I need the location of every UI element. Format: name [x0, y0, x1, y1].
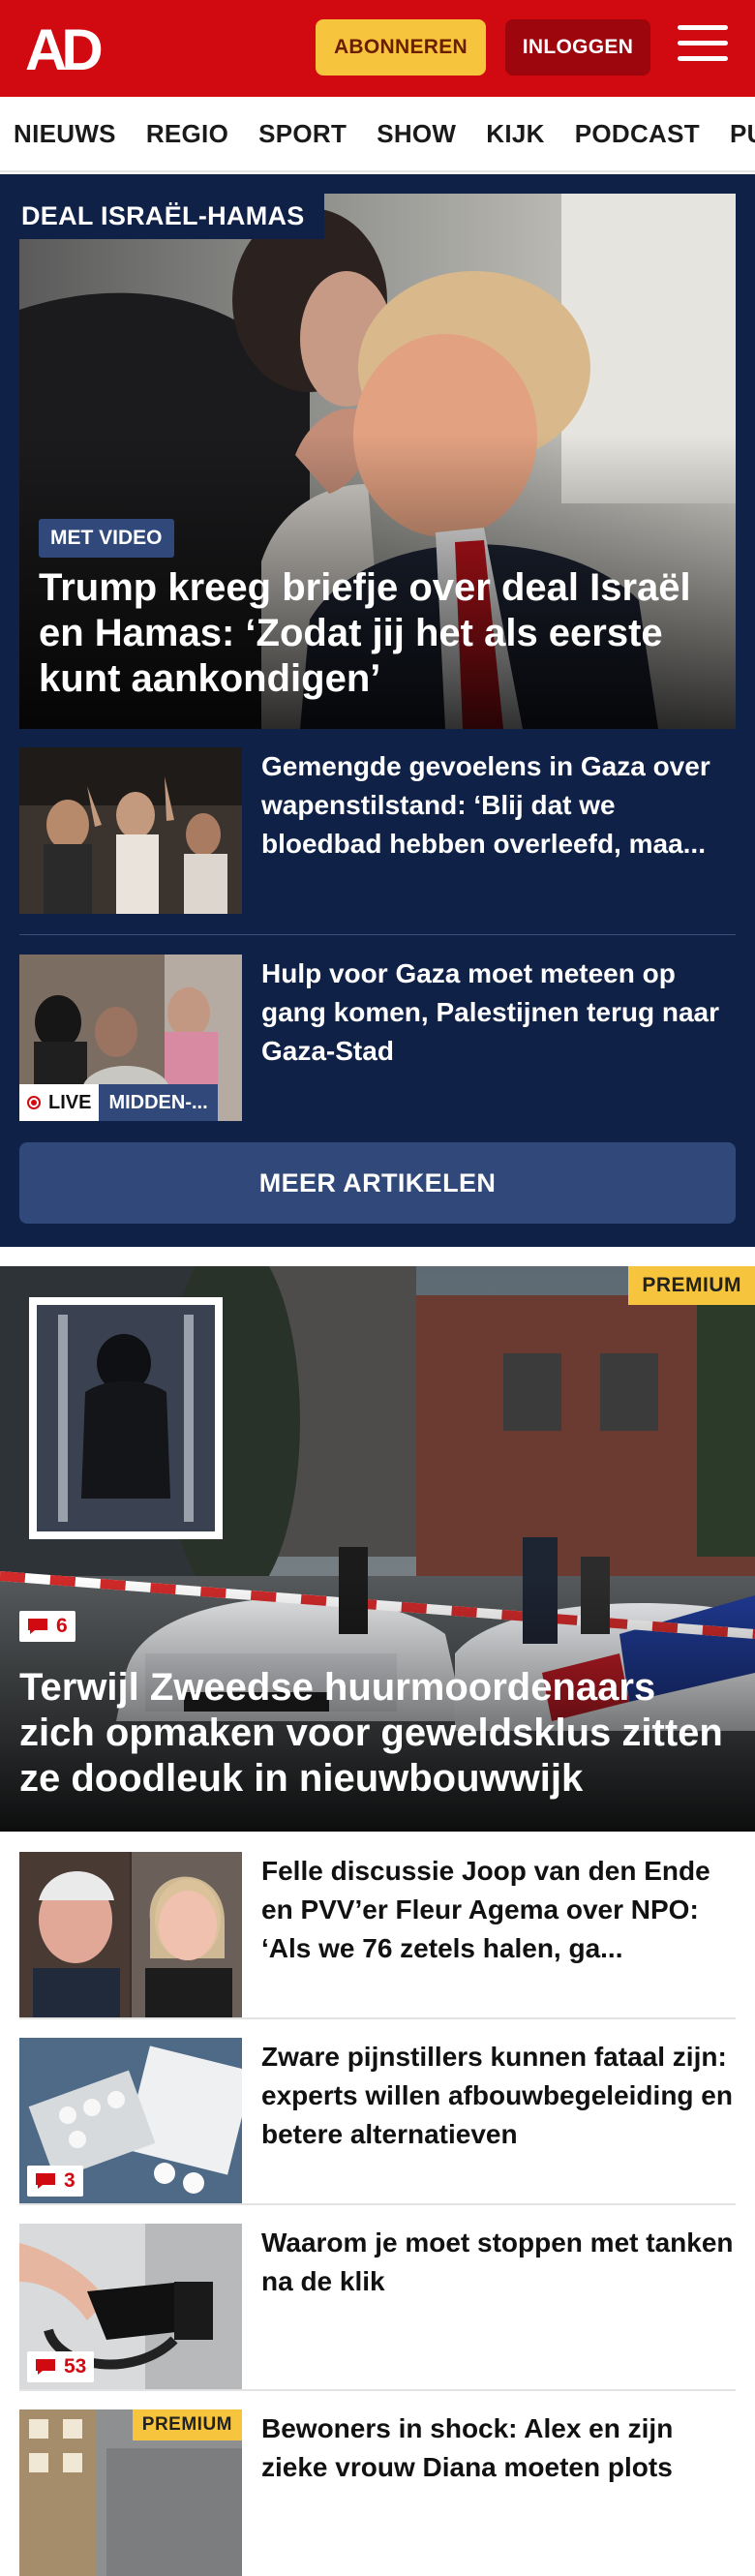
feed-article-row[interactable]: PREMIUM Bewoners in shock: Alex en zijn … — [19, 2409, 736, 2576]
article-thumbnail: PREMIUM — [19, 2409, 242, 2576]
article-thumbnail: LIVE MIDDEN-... — [19, 955, 242, 1121]
live-label: LIVE — [48, 1091, 92, 1113]
comment-icon — [28, 1619, 47, 1634]
comment-count: 53 — [64, 2355, 87, 2378]
feature-article[interactable]: PREMIUM 6 Terwijl Zweedse huurmoordenaar… — [0, 1266, 755, 1832]
live-topic-label: MIDDEN-... — [99, 1084, 218, 1121]
top-bar: AD ABONNEREN INLOGGEN — [0, 0, 755, 97]
topic-label[interactable]: DEAL ISRAËL-HAMAS — [19, 194, 324, 239]
comment-count: 3 — [64, 2169, 76, 2192]
nav-item-regio[interactable]: REGIO — [146, 119, 228, 149]
nav-item-show[interactable]: SHOW — [377, 119, 456, 149]
video-badge: MET VIDEO — [39, 519, 174, 558]
article-title[interactable]: Felle discussie Joop van den Ende en PVV… — [261, 1852, 736, 2018]
comment-icon — [36, 2359, 55, 2375]
feed-article-row[interactable]: 53 Waarom je moet stoppen met tanken na … — [19, 2224, 736, 2390]
article-title[interactable]: Hulp voor Gaza moet meteen op gang komen… — [261, 955, 736, 1121]
comment-count-badge[interactable]: 53 — [27, 2351, 95, 2382]
svg-text:AD: AD — [25, 21, 101, 76]
topic-section: DEAL ISRAËL-HAMAS MET VIDEO Trump kreeg … — [0, 174, 755, 1247]
article-thumbnail — [19, 747, 242, 914]
live-badge[interactable]: LIVE MIDDEN-... — [19, 1084, 218, 1121]
feed-article-row[interactable]: Felle discussie Joop van den Ende en PVV… — [19, 1852, 736, 2018]
article-thumbnail — [19, 1852, 242, 2018]
nav-item-puzzels[interactable]: PUZZ — [730, 119, 755, 149]
article-title[interactable]: Waarom je moet stoppen met tanken na de … — [261, 2224, 736, 2390]
article-title[interactable]: Gemengde gevoelens in Gaza over wapensti… — [261, 747, 736, 914]
article-thumbnail: 53 — [19, 2224, 242, 2390]
divider — [19, 2389, 736, 2391]
ad-logo[interactable]: AD — [25, 21, 114, 76]
topic-article-row[interactable]: LIVE MIDDEN-... Hulp voor Gaza moet mete… — [19, 955, 736, 1121]
live-dot-icon — [27, 1096, 41, 1109]
divider — [19, 2017, 736, 2019]
section-nav: NIEUWS REGIO SPORT SHOW KIJK PODCAST PUZ… — [0, 97, 755, 172]
nav-item-sport[interactable]: SPORT — [258, 119, 347, 149]
article-title[interactable]: Zware pijnstillers kunnen fataal zijn: e… — [261, 2038, 736, 2204]
feed-article-row[interactable]: 3 Zware pijnstillers kunnen fataal zijn:… — [19, 2038, 736, 2204]
comment-icon — [36, 2173, 55, 2189]
hero-headline[interactable]: Trump kreeg briefje over deal Israël en … — [39, 565, 716, 702]
divider — [19, 2203, 736, 2205]
article-title[interactable]: Bewoners in shock: Alex en zijn zieke vr… — [261, 2409, 736, 2576]
menu-icon[interactable] — [678, 25, 728, 70]
more-articles-button[interactable]: MEER ARTIKELEN — [19, 1142, 736, 1224]
comment-count-badge[interactable]: 3 — [27, 2166, 83, 2197]
divider — [19, 934, 736, 935]
comment-count-badge[interactable]: 6 — [19, 1611, 76, 1642]
nav-item-podcast[interactable]: PODCAST — [575, 119, 700, 149]
nav-item-kijk[interactable]: KIJK — [486, 119, 544, 149]
nav-item-nieuws[interactable]: NIEUWS — [14, 119, 116, 149]
premium-badge: PREMIUM — [628, 1266, 755, 1305]
premium-badge: PREMIUM — [132, 2409, 242, 2440]
login-button[interactable]: INLOGGEN — [505, 19, 650, 76]
topic-article-row[interactable]: Gemengde gevoelens in Gaza over wapensti… — [19, 747, 736, 914]
topic-hero-article[interactable]: DEAL ISRAËL-HAMAS MET VIDEO Trump kreeg … — [19, 194, 736, 729]
subscribe-button[interactable]: ABONNEREN — [316, 19, 486, 76]
comment-count: 6 — [56, 1615, 68, 1637]
feature-headline[interactable]: Terwijl Zweedse huurmoordenaars zich opm… — [19, 1665, 736, 1802]
article-thumbnail: 3 — [19, 2038, 242, 2204]
